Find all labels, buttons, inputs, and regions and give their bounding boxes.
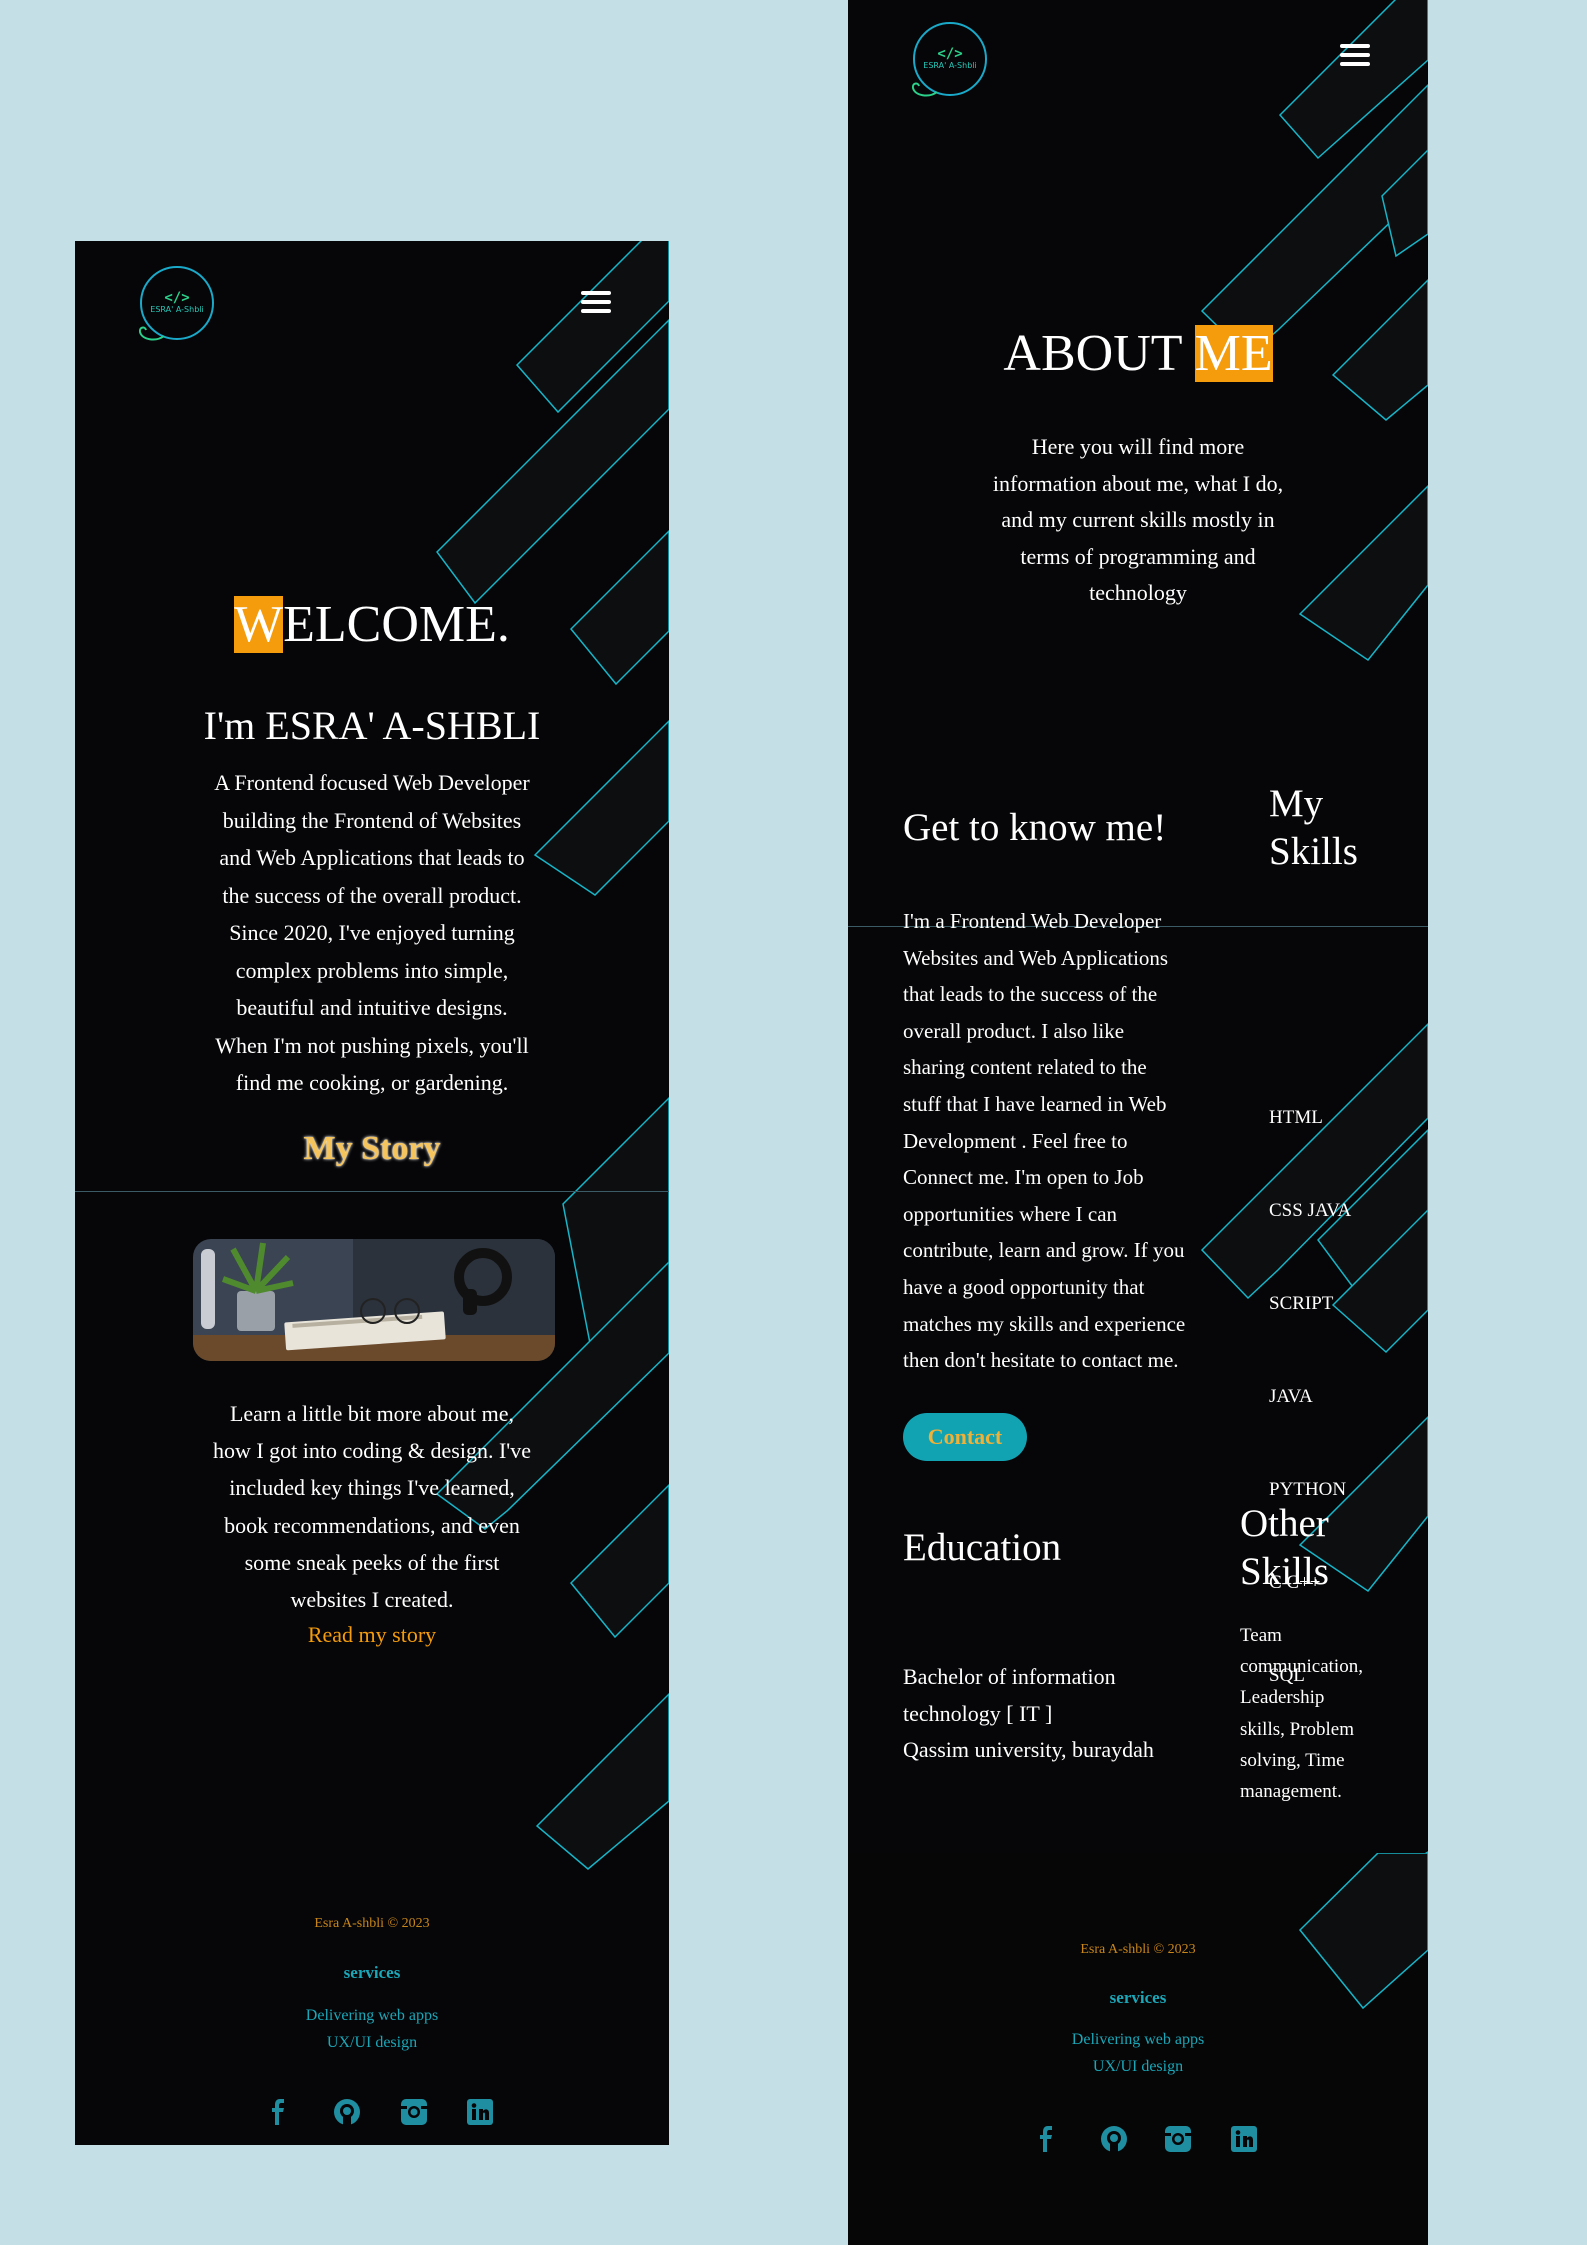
logo[interactable]: </> ESRA' A-Shbli	[911, 22, 987, 97]
github-icon[interactable]	[333, 2098, 361, 2126]
footer-services-title: services	[343, 1963, 401, 1982]
get-to-know-heading: Get to know me!	[903, 806, 1167, 849]
section-divider	[75, 1191, 669, 1192]
menu-icon[interactable]	[581, 291, 611, 318]
footer-copyright: Esra A-shbli © 2023	[314, 1916, 430, 1931]
code-icon: </>	[937, 46, 963, 62]
education-heading: Education	[903, 1526, 1062, 1569]
contact-button[interactable]: Contact	[903, 1413, 1027, 1461]
logo-text: ESRA' A-Shbli	[923, 61, 977, 70]
instagram-icon[interactable]	[1165, 2126, 1191, 2152]
footer-service-item[interactable]: Delivering web apps	[75, 2002, 669, 2029]
menu-icon[interactable]	[1340, 44, 1370, 71]
linkedin-icon[interactable]	[467, 2099, 493, 2125]
bio-text: I'm a Frontend Web Developer Websites an…	[903, 909, 1186, 1373]
about-title-plain: ABOUT	[1003, 325, 1182, 382]
social-links	[270, 2098, 493, 2126]
social-links	[1038, 2125, 1257, 2153]
my-story-heading: My Story	[303, 1130, 441, 1167]
footer-service-item[interactable]: UX/UI design	[75, 2029, 669, 2056]
footer-service-item[interactable]: UX/UI design	[848, 2053, 1428, 2080]
linkedin-icon[interactable]	[1231, 2126, 1257, 2152]
swirl-icon	[911, 82, 938, 97]
about-subtitle: Here you will find more information abou…	[992, 434, 1284, 605]
footer-services-list: Delivering web apps UX/UI design	[848, 2026, 1428, 2080]
about-title: ABOUT ME	[848, 324, 1428, 384]
facebook-icon[interactable]	[270, 2099, 286, 2125]
other-skills-heading: Other Skills	[1240, 1502, 1329, 1593]
education-text: Bachelor of information technology [ IT …	[903, 1664, 1154, 1763]
footer-service-item[interactable]: Delivering web apps	[848, 2026, 1428, 2053]
other-skills-text: Team communication, Leadership skills, P…	[1240, 1625, 1363, 1803]
about-screen: </> ESRA' A-Shbli ABOUT ME Here you will…	[848, 0, 1428, 2245]
logo-text: ESRA' A-Shbli	[150, 305, 204, 314]
swirl-icon	[138, 326, 165, 341]
about-title-highlight: ME	[1194, 325, 1273, 382]
story-image	[193, 1239, 555, 1361]
github-icon[interactable]	[1100, 2125, 1128, 2153]
instagram-icon[interactable]	[401, 2099, 427, 2125]
home-screen: </> ESRA' A-Shbli WELCOME. I'm ESRA' A-S…	[75, 241, 669, 2145]
diagonal-stripes-decoration	[435, 241, 669, 1870]
name-heading: I'm ESRA' A-SHBLI	[203, 703, 541, 748]
welcome-highlight: W	[234, 596, 284, 653]
footer-services-title: services	[1109, 1988, 1167, 2007]
logo[interactable]: </> ESRA' A-Shbli	[138, 266, 214, 341]
intro-text: A Frontend focused Web Developer buildin…	[214, 770, 530, 1095]
story-text: Learn a little bit more about me, how I …	[212, 1401, 532, 1613]
read-story-link[interactable]: Read my story	[75, 1620, 669, 1650]
welcome-heading: WELCOME.	[75, 595, 669, 655]
welcome-rest: ELCOME.	[283, 596, 510, 653]
skills-heading: My Skills	[1269, 782, 1358, 873]
footer-services-list: Delivering web apps UX/UI design	[75, 2002, 669, 2056]
code-icon: </>	[164, 290, 190, 306]
facebook-icon[interactable]	[1038, 2126, 1054, 2152]
footer-copyright: Esra A-shbli © 2023	[1080, 1942, 1196, 1957]
